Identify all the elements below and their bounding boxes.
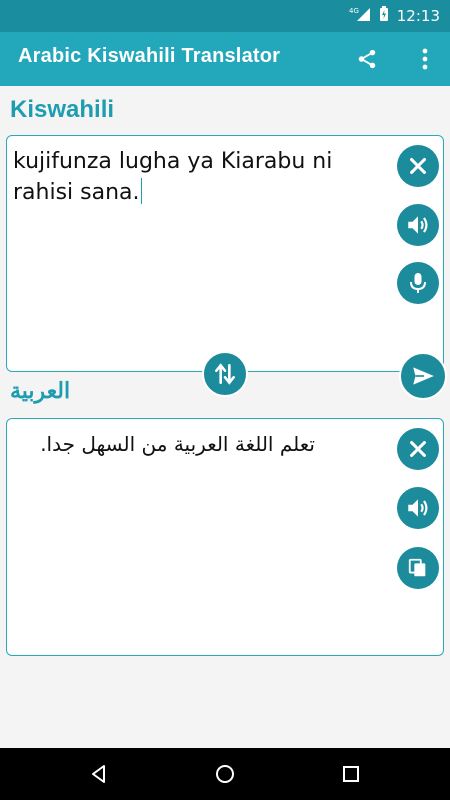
- nav-recents-button[interactable]: [338, 761, 364, 787]
- target-text-panel: تعلم اللغة العربية من السهل جدا.: [6, 418, 444, 656]
- more-vert-icon: [422, 48, 428, 70]
- app-title: Arabic Kiswahili Translator: [18, 45, 281, 67]
- network-type-label: 4G: [349, 7, 359, 15]
- home-icon: [216, 765, 234, 783]
- send-icon: [413, 367, 434, 385]
- speaker-icon: [408, 499, 428, 517]
- source-speak-button[interactable]: [397, 204, 439, 246]
- overflow-menu-button[interactable]: [410, 44, 440, 74]
- source-text-input[interactable]: kujifunza lugha ya Kiarabu ni rahisi san…: [13, 146, 383, 208]
- target-speak-button[interactable]: [397, 487, 439, 529]
- status-icons: 4G 12:13: [349, 0, 440, 32]
- app-root: 4G 12:13 Arabic Kiswahili Translator Kis…: [0, 0, 450, 800]
- app-bar: Arabic Kiswahili Translator: [0, 32, 450, 86]
- target-copy-button[interactable]: [397, 547, 439, 589]
- nav-back-button[interactable]: [86, 761, 112, 787]
- swap-vertical-icon: [215, 363, 235, 385]
- target-language-label[interactable]: العربية: [10, 378, 70, 404]
- nav-home-button[interactable]: [212, 761, 238, 787]
- network-icon: 4G: [349, 6, 371, 26]
- app-actions: [352, 44, 440, 74]
- mic-icon: [410, 273, 426, 293]
- share-button[interactable]: [352, 44, 382, 74]
- clear-icon: [410, 158, 426, 174]
- target-text-output: تعلم اللغة العربية من السهل جدا.: [40, 432, 315, 456]
- share-icon: [358, 49, 376, 69]
- source-clear-button[interactable]: [397, 145, 439, 187]
- status-time: 12:13: [396, 7, 440, 25]
- text-caret: [140, 178, 143, 204]
- source-text-value: kujifunza lugha ya Kiarabu ni rahisi san…: [13, 149, 333, 205]
- system-nav-bar: [0, 748, 450, 800]
- source-text-panel[interactable]: kujifunza lugha ya Kiarabu ni rahisi san…: [6, 135, 444, 372]
- speaker-icon: [408, 216, 428, 234]
- status-bar: 4G 12:13: [0, 0, 450, 32]
- back-icon: [92, 765, 105, 783]
- source-language-label[interactable]: Kiswahili: [10, 96, 114, 124]
- target-clear-button[interactable]: [397, 428, 439, 470]
- source-mic-button[interactable]: [397, 262, 439, 304]
- clear-icon: [410, 441, 426, 457]
- swap-languages-button[interactable]: [202, 351, 248, 397]
- translate-button[interactable]: [399, 352, 447, 400]
- recents-icon: [343, 766, 359, 782]
- copy-icon: [408, 558, 426, 577]
- battery-icon: [379, 6, 389, 26]
